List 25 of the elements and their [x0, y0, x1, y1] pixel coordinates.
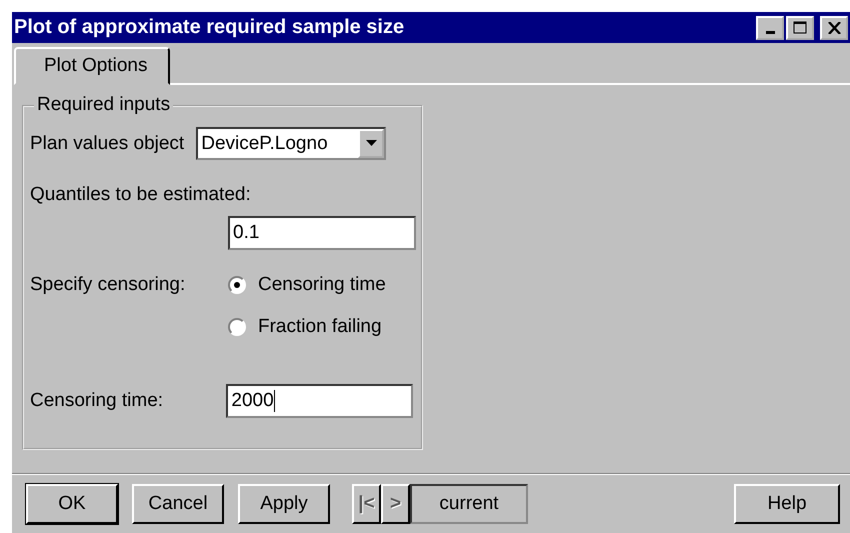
field-label: Quantiles to be estimated:	[30, 184, 252, 206]
radio-option[interactable]: Censoring time	[228, 274, 386, 296]
maximize-button[interactable]	[786, 16, 814, 40]
tab[interactable]: Plot Options	[14, 47, 170, 85]
plan-dropdown[interactable]: DeviceP.Logno	[196, 127, 386, 160]
current-display: current	[410, 484, 528, 524]
dialog-button[interactable]: OK	[26, 484, 118, 524]
field-label: Plan values object	[30, 132, 184, 154]
window-title: Plot of approximate required sample size	[14, 16, 406, 39]
radio-button[interactable]	[228, 276, 246, 294]
close-button[interactable]	[820, 16, 848, 40]
minimize-icon	[766, 30, 774, 34]
radio-button[interactable]	[228, 318, 246, 336]
field-label: Specify censoring:	[30, 274, 186, 296]
close-icon	[828, 22, 840, 34]
input-field[interactable]: 0.1	[228, 216, 416, 250]
input-field[interactable]: 2000	[226, 384, 413, 418]
group-title: Required inputs	[34, 94, 174, 116]
help-button[interactable]: Help	[734, 484, 840, 524]
minimize-button[interactable]	[756, 16, 784, 40]
dialog-button[interactable]: Apply	[238, 484, 330, 524]
dialog-button[interactable]: Cancel	[132, 484, 224, 524]
field-label: Censoring time:	[30, 390, 164, 412]
radio-option[interactable]: Fraction failing	[228, 316, 386, 338]
maximize-icon	[793, 21, 807, 34]
